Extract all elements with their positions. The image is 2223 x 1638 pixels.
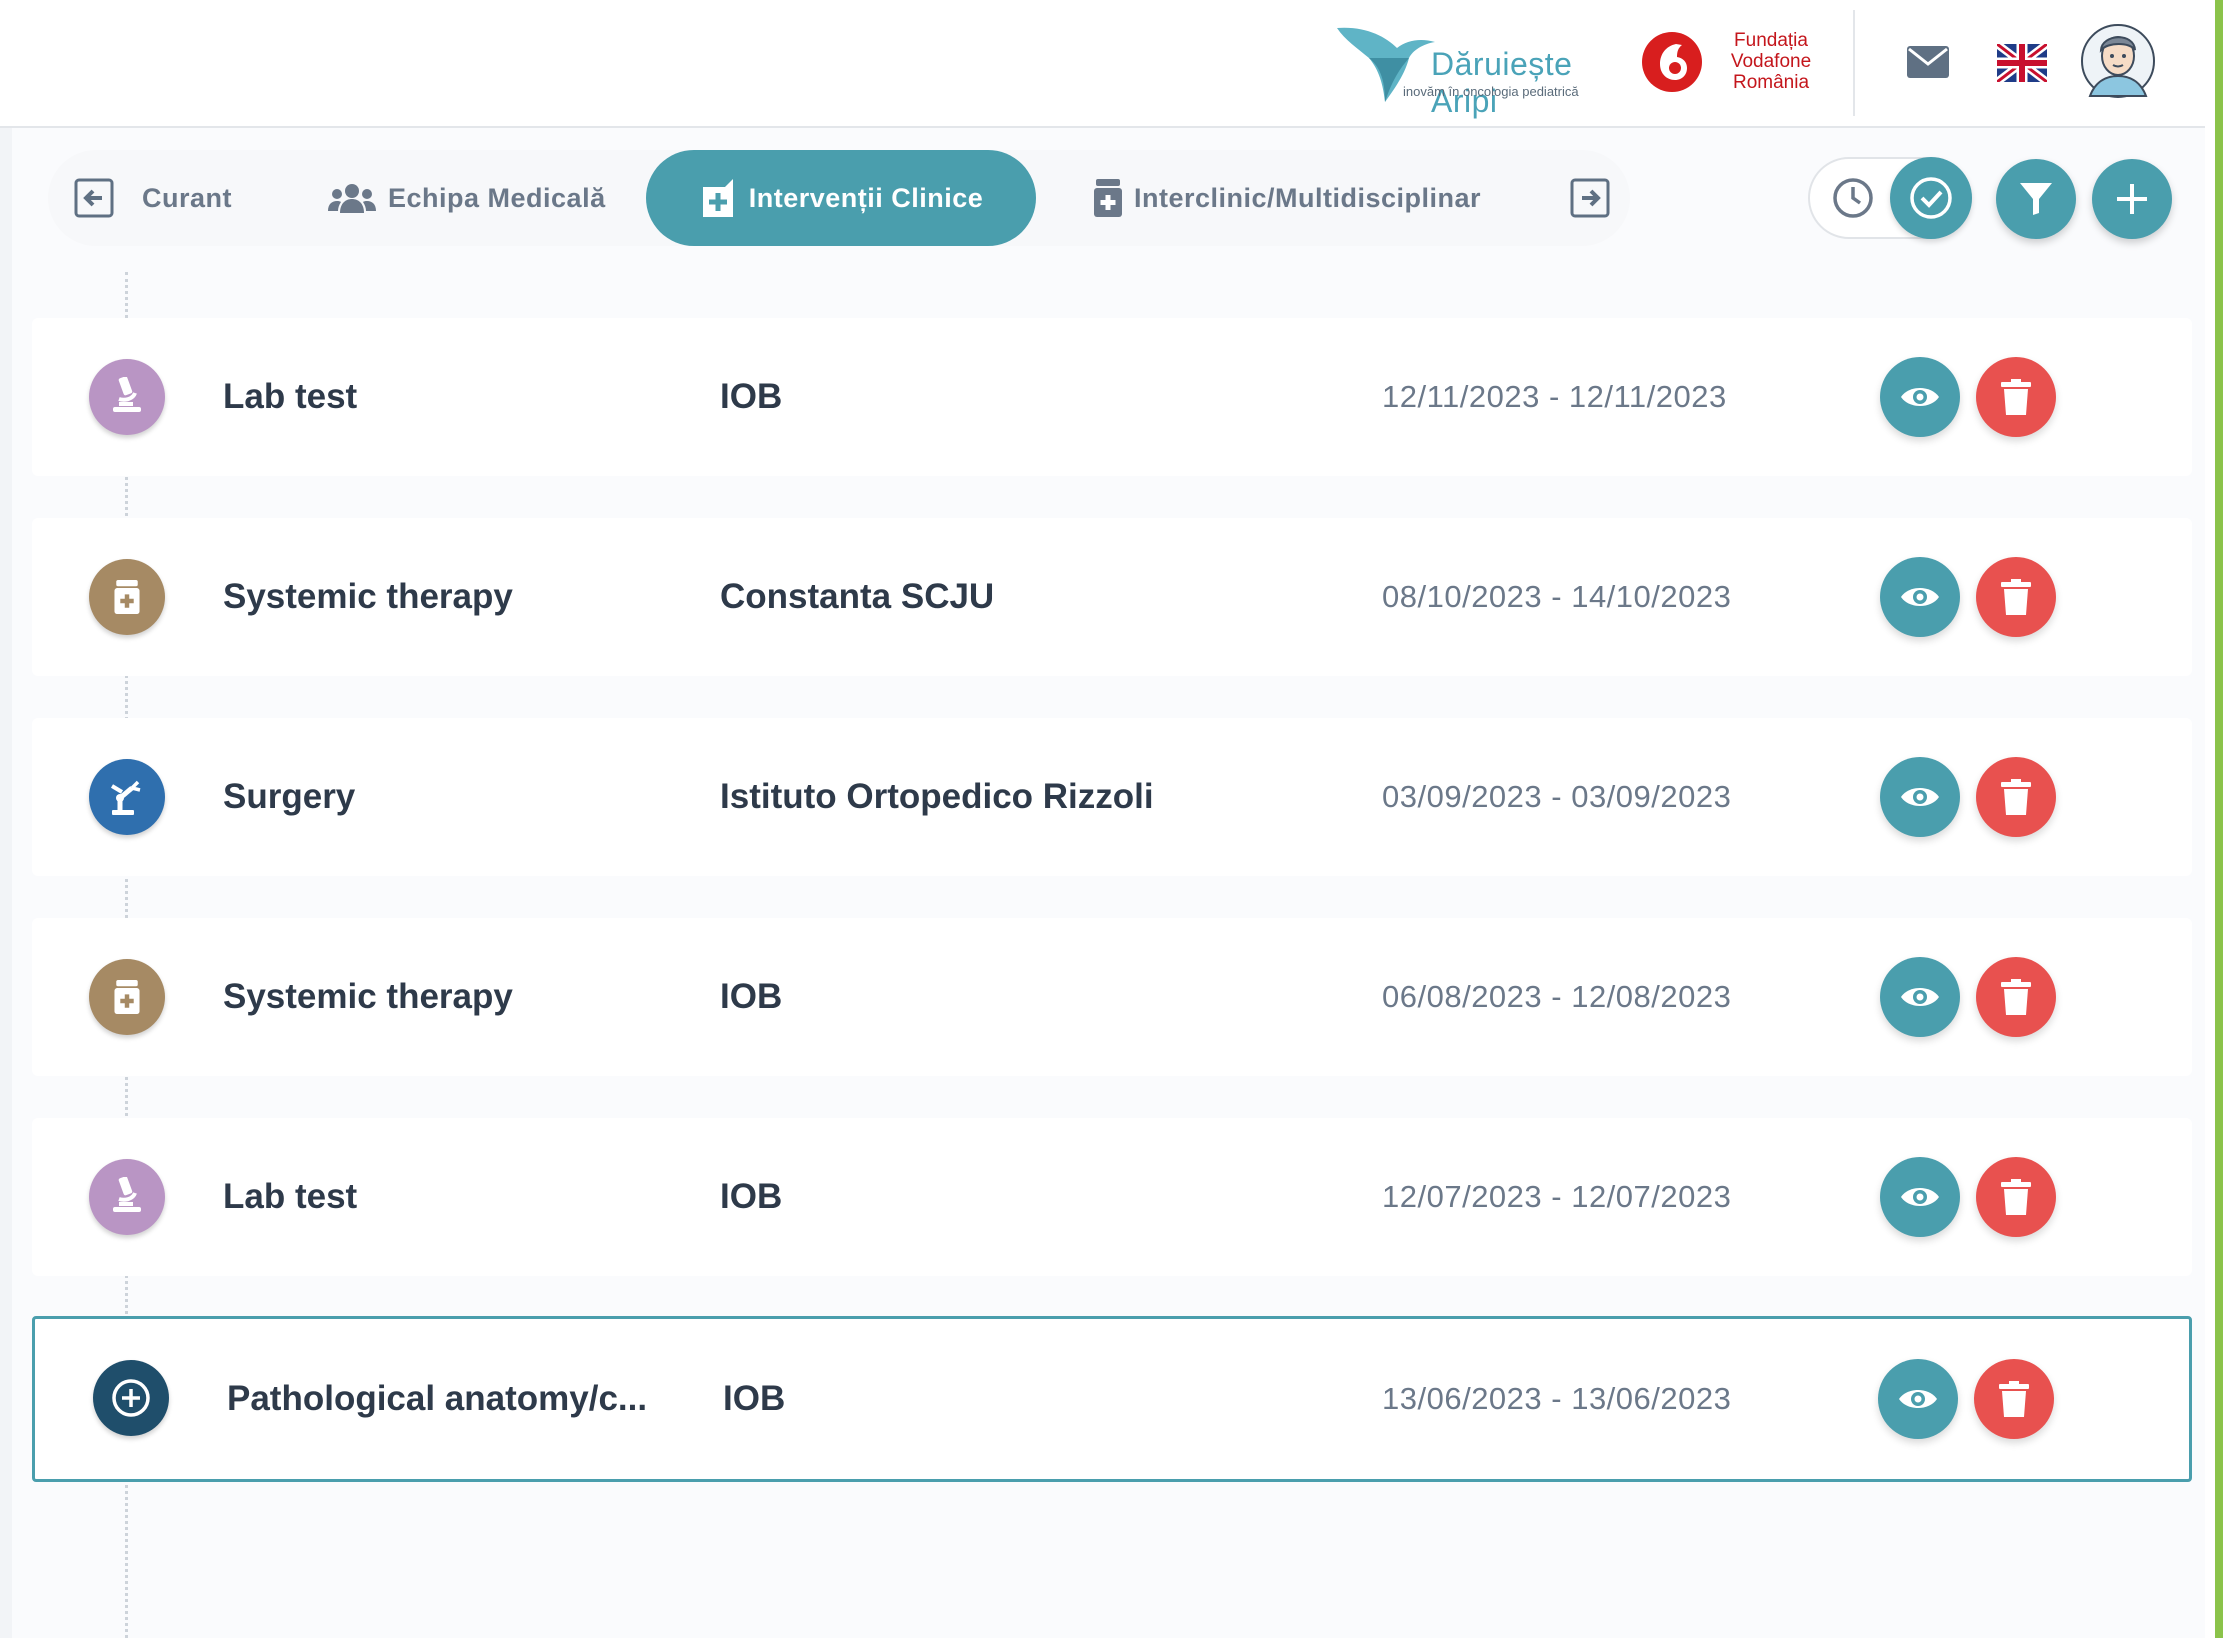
users-icon: [328, 184, 376, 213]
intervention-type: Pathological anatomy/c...: [227, 1379, 648, 1418]
medicine-bottle-icon: [1094, 179, 1122, 217]
delete-button[interactable]: [1976, 357, 2056, 437]
view-button[interactable]: [1880, 357, 1960, 437]
add-button[interactable]: [2092, 159, 2172, 239]
row-type-badge: [89, 1159, 165, 1235]
view-button[interactable]: [1880, 757, 1960, 837]
tab-curant[interactable]: Curant: [142, 150, 232, 246]
delete-button[interactable]: [1976, 1157, 2056, 1237]
filter-button[interactable]: [1996, 159, 2076, 239]
trash-icon: [1999, 1381, 2029, 1417]
view-mode-toggle[interactable]: [1808, 157, 1972, 239]
tab-interventii-clinice[interactable]: Intervenții Clinice: [646, 150, 1036, 246]
tab-echipa-medicala[interactable]: Echipa Medicală: [328, 150, 606, 246]
intervention-dates: 12/11/2023 - 12/11/2023: [1382, 379, 1727, 414]
intervention-hospital: Constanta SCJU: [720, 577, 995, 616]
view-button[interactable]: [1880, 957, 1960, 1037]
intervention-type: Surgery: [223, 777, 356, 816]
intervention-hospital: IOB: [723, 1379, 786, 1418]
vodafone-foundation-logo[interactable]: Fundația Vodafone România: [1640, 28, 1820, 98]
tab-interventii-label: Intervenții Clinice: [748, 182, 984, 213]
intervention-row[interactable]: Systemic therapy IOB 06/08/2023 - 12/08/…: [32, 918, 2192, 1076]
left-panel-edge: [0, 128, 12, 1638]
microscope-icon: [113, 1177, 141, 1212]
trash-icon: [2001, 579, 2031, 615]
intervention-dates: 06/08/2023 - 12/08/2023: [1382, 979, 1732, 1014]
intervention-dates: 12/07/2023 - 12/07/2023: [1382, 1179, 1732, 1214]
delete-button[interactable]: [1976, 757, 2056, 837]
header-divider: [1853, 10, 1855, 116]
filter-icon: [2020, 183, 2052, 215]
microscope-icon: [113, 377, 141, 412]
eye-icon: [1901, 988, 1939, 1006]
medicine-bottle-icon: [114, 980, 140, 1014]
tab-curant-label: Curant: [142, 182, 232, 213]
trash-icon: [2001, 779, 2031, 815]
arrow-right-square-icon[interactable]: [1570, 178, 1610, 218]
tab-interclinic[interactable]: Interclinic/Multidisciplinar: [1094, 150, 1481, 246]
intervention-dates: 03/09/2023 - 03/09/2023: [1382, 779, 1732, 814]
row-type-badge: [89, 359, 165, 435]
arrow-left-square-icon[interactable]: [74, 178, 114, 218]
plus-icon: [2117, 184, 2147, 214]
view-button[interactable]: [1878, 1359, 1958, 1439]
intervention-hospital: Istituto Ortopedico Rizzoli: [720, 777, 1154, 816]
check-icon: [1910, 177, 1952, 219]
delete-button[interactable]: [1976, 557, 2056, 637]
clinic-cross-icon: [702, 179, 733, 217]
intervention-row[interactable]: Systemic therapy Constanta SCJU 08/10/20…: [32, 518, 2192, 676]
intervention-type: Systemic therapy: [223, 577, 513, 616]
clock-icon[interactable]: [1832, 177, 1874, 219]
uk-flag-icon[interactable]: [1997, 44, 2047, 82]
right-scroll-edge: [2205, 0, 2223, 1638]
top-bar: Dăruiește Aripi inovăm în oncologia pedi…: [0, 0, 2223, 128]
row-type-badge: [89, 759, 165, 835]
brand-name: Dăruiește Aripi: [1431, 46, 1573, 119]
intervention-type: Lab test: [223, 377, 358, 416]
row-type-badge: [89, 559, 165, 635]
eye-icon: [1901, 1188, 1939, 1206]
intervention-row[interactable]: Surgery Istituto Ortopedico Rizzoli 03/0…: [32, 718, 2192, 876]
partner-line-1: Fundația: [1734, 30, 1808, 51]
partner-name: Fundația Vodafone România: [1722, 30, 1820, 93]
mail-icon[interactable]: [1907, 46, 1949, 78]
partner-line-2: Vodafone: [1730, 51, 1812, 72]
intervention-hospital: IOB: [720, 977, 783, 1016]
view-button[interactable]: [1880, 1157, 1960, 1237]
intervention-type: Lab test: [223, 1177, 358, 1216]
delete-button[interactable]: [1974, 1359, 2054, 1439]
trash-icon: [2001, 379, 2031, 415]
intervention-dates: 13/06/2023 - 13/06/2023: [1382, 1381, 1732, 1416]
eye-icon: [1901, 388, 1939, 406]
view-button[interactable]: [1880, 557, 1960, 637]
eye-icon: [1901, 588, 1939, 606]
intervention-row[interactable]: Lab test IOB 12/11/2023 - 12/11/2023: [32, 318, 2192, 476]
brand-tagline: inovăm în oncologia pediatrică: [1403, 84, 1579, 99]
user-avatar[interactable]: [2080, 18, 2156, 104]
robot-arm-icon: [110, 780, 141, 815]
tab-interclinic-label: Interclinic/Multidisciplinar: [1134, 182, 1482, 213]
delete-button[interactable]: [1976, 957, 2056, 1037]
intervention-row-selected[interactable]: Pathological anatomy/c... IOB 13/06/2023…: [32, 1316, 2192, 1482]
tab-echipa-label: Echipa Medicală: [388, 182, 606, 213]
intervention-type: Systemic therapy: [223, 977, 513, 1016]
intervention-row[interactable]: Lab test IOB 12/07/2023 - 12/07/2023: [32, 1118, 2192, 1276]
trash-icon: [2001, 979, 2031, 1015]
completed-toggle-button[interactable]: [1890, 157, 1972, 239]
eye-icon: [1901, 788, 1939, 806]
daruieste-aripi-logo[interactable]: Dăruiește Aripi inovăm în oncologia pedi…: [1335, 18, 1620, 119]
row-type-badge: [89, 959, 165, 1035]
vodafone-logo-icon: [1642, 32, 1702, 92]
scrollbar[interactable]: [2215, 0, 2223, 1638]
intervention-hospital: IOB: [720, 1177, 783, 1216]
trash-icon: [2001, 1179, 2031, 1215]
intervention-hospital: IOB: [720, 377, 783, 416]
intervention-dates: 08/10/2023 - 14/10/2023: [1382, 579, 1732, 614]
partner-line-3: România: [1732, 72, 1810, 93]
medicine-bottle-icon: [114, 580, 140, 614]
section-tabs: Curant Echipa Medicală Intervenții Clini…: [48, 150, 1630, 246]
eye-icon: [1899, 1390, 1937, 1408]
row-type-badge: [93, 1360, 169, 1436]
plus-circle-icon: [112, 1379, 150, 1417]
